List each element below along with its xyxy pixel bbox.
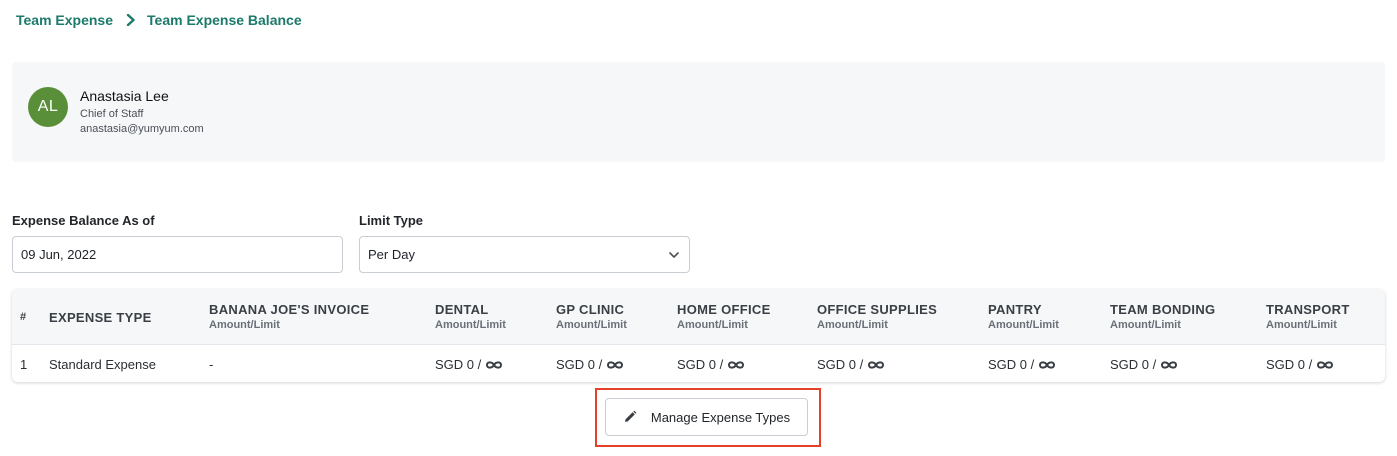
manage-expense-types-label: Manage Expense Types [650,409,791,425]
cell-dental: SGD 0 / [435,357,503,372]
col-header-expense-type: EXPENSE TYPE [49,310,152,325]
infinity-icon [1316,360,1334,370]
expense-balance-table: # EXPENSE TYPE BANANA JOE'S INVOICE Amou… [12,289,1385,382]
limit-type-value: Per Day [368,247,415,262]
profile-role: Chief of Staff [80,108,144,120]
limit-type-select[interactable]: Per Day [359,236,690,273]
infinity-icon [606,360,624,370]
breadcrumb-team-expense-balance: Team Expense Balance [147,12,302,28]
cell-home-office: SGD 0 / [677,357,745,372]
cell-transport: SGD 0 / [1266,357,1334,372]
col-header-banana-joes-invoice: BANANA JOE'S INVOICE Amount/Limit [209,302,370,331]
col-header-gp-clinic: GP CLINIC Amount/Limit [556,302,627,331]
infinity-icon [867,360,885,370]
manage-expense-types-button[interactable]: Manage Expense Types [605,398,808,436]
col-header-office-supplies: OFFICE SUPPLIES Amount/Limit [817,302,938,331]
cell-gp-clinic: SGD 0 / [556,357,624,372]
chevron-down-icon [667,248,681,262]
col-header-index: # [20,311,27,323]
profile-card: AL Anastasia Lee Chief of Staff anastasi… [12,62,1385,162]
profile-email: anastasia@yumyum.com [80,123,204,135]
col-header-team-bonding: TEAM BONDING Amount/Limit [1110,302,1216,331]
cell-pantry: SGD 0 / [988,357,1056,372]
breadcrumb-team-expense[interactable]: Team Expense [16,12,113,28]
row-expense-type: Standard Expense [49,357,156,372]
col-header-dental: DENTAL Amount/Limit [435,302,506,331]
infinity-icon [1038,360,1056,370]
balance-date-value: 09 Jun, 2022 [21,247,97,262]
col-header-transport: TRANSPORT Amount/Limit [1266,302,1350,331]
chevron-right-icon [123,12,139,28]
pencil-icon [623,410,637,424]
avatar: AL [28,87,68,127]
cell-banana-joes-invoice: - [209,357,214,372]
table-header: # EXPENSE TYPE BANANA JOE'S INVOICE Amou… [12,289,1385,345]
infinity-icon [727,360,745,370]
balance-date-label: Expense Balance As of [12,213,155,228]
cell-team-bonding: SGD 0 / [1110,357,1178,372]
profile-name: Anastasia Lee [80,88,169,104]
infinity-icon [485,360,503,370]
row-index: 1 [20,357,28,372]
profile-info: Anastasia Lee Chief of Staff anastasia@y… [80,88,204,135]
breadcrumb: Team Expense Team Expense Balance [16,12,302,28]
balance-date-input[interactable]: 09 Jun, 2022 [12,236,343,273]
col-header-home-office: HOME OFFICE Amount/Limit [677,302,771,331]
col-header-pantry: PANTRY Amount/Limit [988,302,1059,331]
infinity-icon [1160,360,1178,370]
cell-office-supplies: SGD 0 / [817,357,885,372]
limit-type-label: Limit Type [359,213,424,228]
